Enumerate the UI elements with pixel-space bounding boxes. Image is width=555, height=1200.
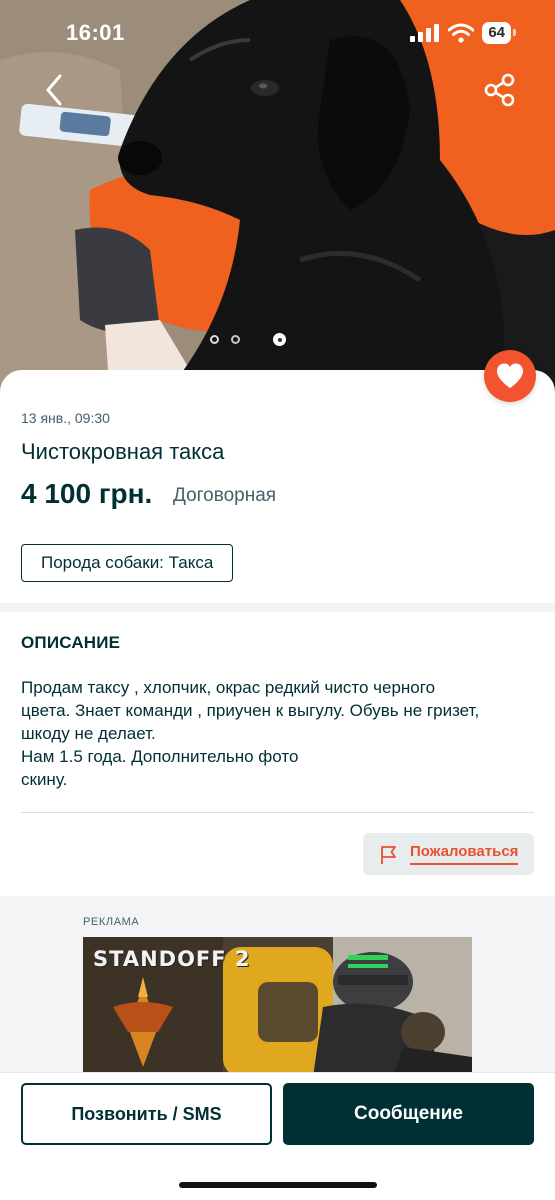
carousel-dot[interactable] — [231, 335, 240, 344]
status-icons: 64 — [410, 20, 516, 46]
chevron-left-icon — [46, 74, 62, 106]
share-icon — [484, 73, 515, 107]
favorite-button[interactable] — [484, 350, 536, 402]
ad-brand: STANDOFF 2 — [93, 947, 251, 971]
carousel-dot[interactable] — [210, 335, 219, 344]
status-time: 16:01 — [66, 20, 125, 45]
home-indicator[interactable] — [179, 1182, 377, 1188]
listing-title: Чистокровная такса — [21, 439, 225, 464]
description-text: Продам таксу , хлопчик, окрас редкий чис… — [21, 678, 480, 789]
report-label: Пожаловаться — [410, 843, 519, 865]
breed-tag[interactable]: Порода собаки: Такса — [21, 544, 234, 582]
signal-icon — [410, 24, 440, 42]
price-negotiable: Договорная — [173, 485, 277, 506]
wifi-icon — [448, 23, 475, 43]
message-button[interactable]: Сообщение — [283, 1083, 534, 1145]
divider — [21, 812, 534, 813]
share-button[interactable] — [482, 72, 520, 108]
carousel-dot-active[interactable] — [273, 333, 286, 346]
back-button[interactable] — [38, 70, 74, 110]
flag-icon — [381, 846, 396, 864]
report-button[interactable]: Пожаловаться — [363, 833, 534, 875]
listing-price: 4 100 грн. — [21, 478, 153, 509]
status-bar: 16:01 64 — [0, 0, 555, 64]
call-sms-button[interactable]: Позвонить / SMS — [21, 1083, 272, 1145]
heart-icon — [497, 363, 523, 388]
ad-banner[interactable]: STANDOFF 2 — [83, 937, 472, 1077]
description-heading: ОПИСАНИЕ — [21, 633, 121, 652]
carousel-dots[interactable] — [210, 333, 286, 346]
section-divider — [0, 603, 555, 612]
battery-indicator: 64 — [482, 22, 516, 44]
listing-photo[interactable]: 16:01 64 — [0, 0, 555, 400]
ad-label: РЕКЛАМА — [83, 916, 140, 928]
listing-date: 13 янв., 09:30 — [21, 410, 110, 426]
